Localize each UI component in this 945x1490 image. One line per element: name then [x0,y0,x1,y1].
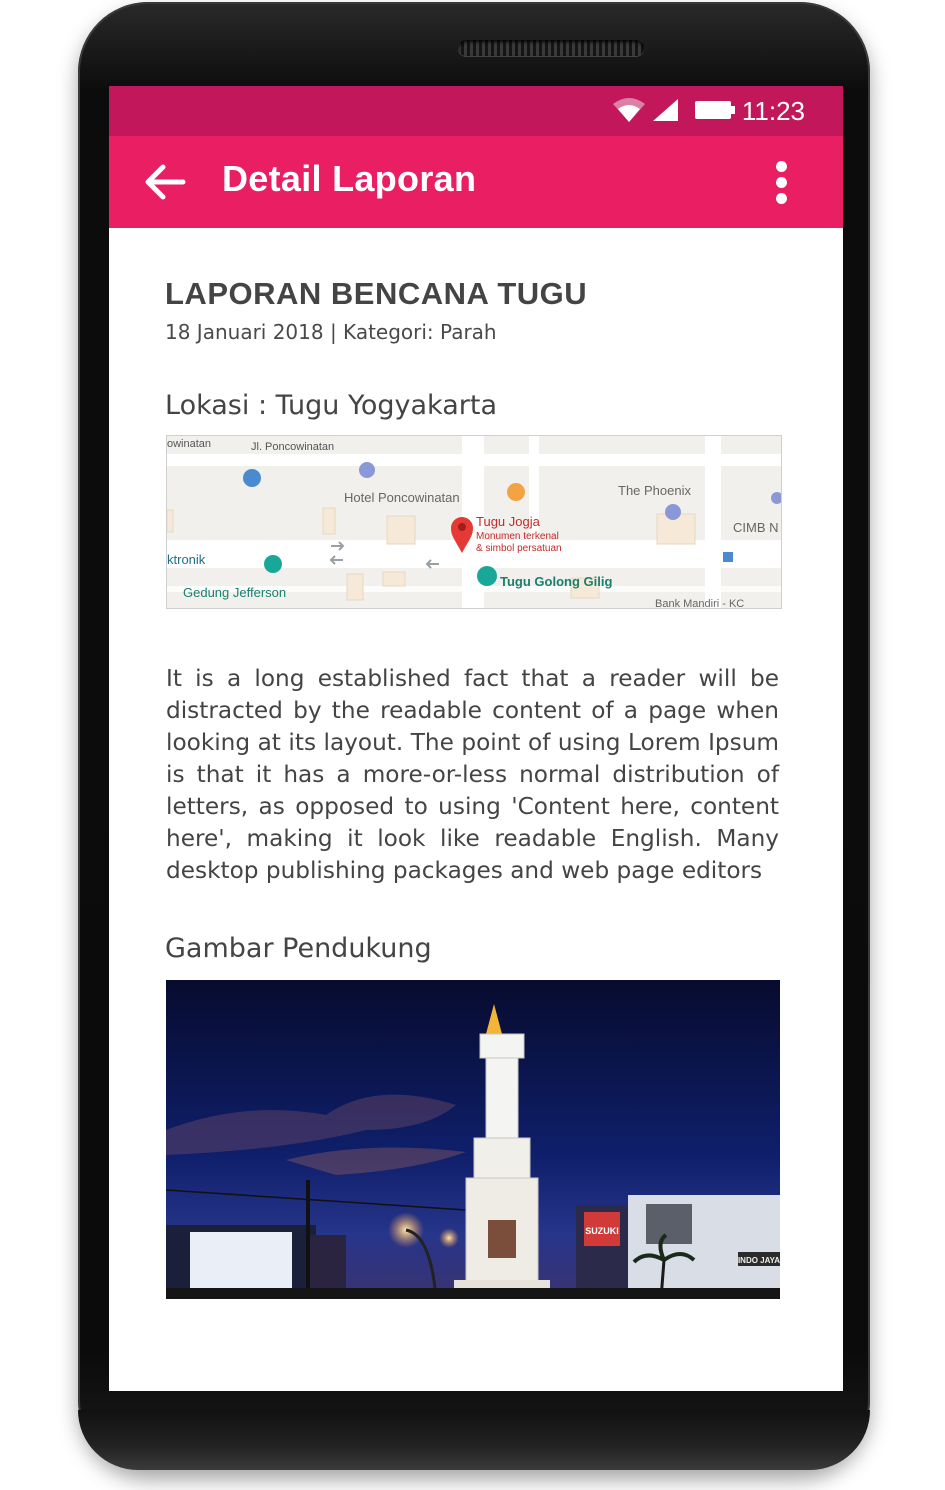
battery-icon [695,101,735,119]
signal-icon [653,99,678,121]
app-title: Detail Laporan [222,158,477,199]
tugu-photo-graphic: SUZUKI INDO JAYA [166,980,780,1299]
app-bar: Detail Laporan [109,136,843,228]
map-label-bank: Bank Mandiri - KC [655,598,745,609]
map-label-street-1: owinatan [167,438,212,450]
map-label-tugu-name: Tugu Jogja [476,514,540,529]
map-label-elektronik: ktronik [167,552,206,567]
location-map[interactable]: owinatan Jl. Poncowinatan Hotel Poncowin… [166,435,782,609]
map-label-hotel: Hotel Poncowinatan [344,490,460,505]
report-description: It is a long established fact that a rea… [166,665,779,884]
map-label-street-2: Jl. Poncowinatan [251,441,335,453]
map-label-golong: Tugu Golong Gilig [500,574,613,589]
status-bar: 11:23 [109,86,843,136]
supporting-photo[interactable]: SUZUKI INDO JAYA [166,980,780,1299]
map-label-tugu-desc-2: & simbol persatuan [476,543,562,554]
speaker-grille [458,40,644,56]
map-label-phoenix: The Phoenix [618,483,691,498]
more-vert-icon[interactable] [769,158,793,206]
phone-chin [78,1410,870,1470]
location-label: Lokasi : Tugu Yogyakarta [165,390,497,421]
indo-jaya-sign: INDO JAYA [738,1256,780,1265]
map-label-tugu-desc-1: Monumen terkenal [476,531,559,542]
report-title: LAPORAN BENCANA TUGU [165,276,588,311]
map-label-cimb: CIMB N [733,520,779,535]
report-meta: 18 Januari 2018 | Kategori: Parah [165,320,497,344]
wifi-icon [613,98,645,122]
map-label-jefferson: Gedung Jefferson [183,585,287,600]
screen: 11:23 Detail Laporan LAPORAN BENCANA TUG… [109,86,843,1391]
status-time: 11:23 [741,96,805,126]
arrow-back-icon[interactable] [143,160,187,204]
suzuki-sign: SUZUKI [585,1226,619,1236]
map-graphic [167,436,781,608]
image-label: Gambar Pendukung [165,933,432,964]
